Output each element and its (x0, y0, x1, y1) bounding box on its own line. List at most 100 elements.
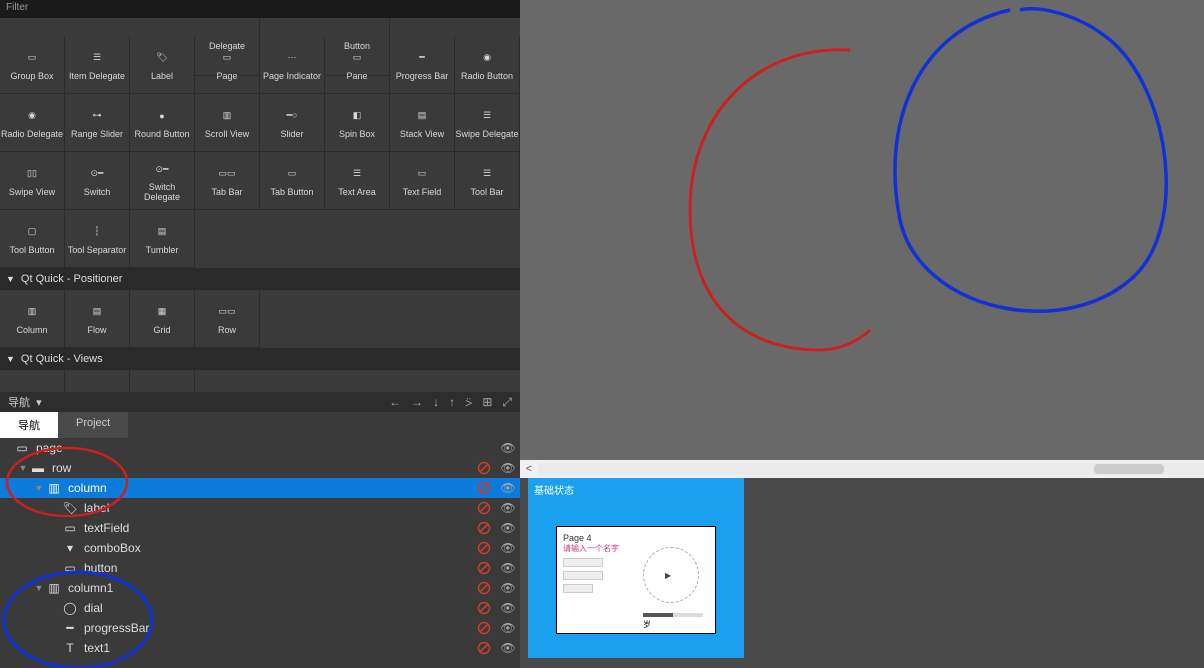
library-row: ▢Tool Button┆Tool Separator▤Tumbler (0, 210, 520, 268)
tree-node-row[interactable]: ▼▬row👁 (0, 458, 520, 478)
add-icon[interactable]: ⊞ (482, 395, 492, 409)
no-entry-icon[interactable] (472, 461, 496, 475)
no-entry-icon[interactable] (472, 561, 496, 575)
library-item-column[interactable]: ▥Column (0, 290, 65, 348)
scroll-thumb[interactable] (1094, 464, 1164, 474)
visibility-icon[interactable]: 👁 (496, 641, 520, 655)
library-item-text-field[interactable]: ▭Text Field (390, 152, 455, 210)
visibility-icon[interactable]: 👁 (496, 461, 520, 475)
item-delegate-icon: ☰ (84, 48, 110, 68)
scroll-left-icon[interactable]: < (520, 463, 538, 475)
visibility-icon[interactable]: 👁 (496, 581, 520, 595)
expand-toggle[interactable]: ▼ (16, 463, 30, 473)
library-item-round-button[interactable]: ●Round Button (130, 94, 195, 152)
no-entry-icon[interactable] (472, 541, 496, 555)
tree-node-progressBar[interactable]: ━progressBar👁 (0, 618, 520, 638)
library-row: ◉Radio Delegate⊶Range Slider●Round Butto… (0, 94, 520, 152)
no-entry-icon[interactable] (472, 481, 496, 495)
visibility-icon[interactable]: 👁 (496, 441, 520, 455)
section-positioner[interactable]: ▼ Qt Quick - Positioner (0, 268, 520, 290)
library-item-label: Item Delegate (69, 72, 125, 81)
tree-node-text1[interactable]: Ttext1 👁 (0, 638, 520, 658)
library-item-scroll-view[interactable]: ▥Scroll View (195, 94, 260, 152)
tree-node-column[interactable]: ▼▥column👁 (0, 478, 520, 498)
visibility-icon[interactable]: 👁 (496, 601, 520, 615)
library-item-radio-button[interactable]: ◉Radio Button (455, 36, 520, 94)
no-entry-icon[interactable] (472, 501, 496, 515)
library-item-radio-delegate[interactable]: ◉Radio Delegate (0, 94, 65, 152)
tumbler-icon: ▤ (149, 222, 175, 242)
tree-node-button[interactable]: ▭button👁 (0, 558, 520, 578)
tool-bar-icon: ☰ (474, 164, 500, 184)
library-item-row[interactable]: ▭▭Row (195, 290, 260, 348)
library-item[interactable]: ▥ (0, 370, 65, 392)
library-item-progress-bar[interactable]: ━Progress Bar (390, 36, 455, 94)
navigator-dropdown[interactable]: 导航 ▾ (8, 394, 42, 410)
visibility-icon[interactable]: 👁 (496, 541, 520, 555)
filter-input[interactable]: Filter (0, 0, 520, 18)
library-item-stack-view[interactable]: ▤Stack View (390, 94, 455, 152)
design-canvas[interactable]: Page 4 column 请输入一个名字 ▲▼ Button ▶ 岁 (520, 0, 1204, 460)
library-item-slider[interactable]: ━○Slider (260, 94, 325, 152)
mini-button (563, 584, 593, 593)
annotation-blue-scribble (860, 0, 1180, 350)
tree-node-label[interactable]: 🏷label👁 (0, 498, 520, 518)
library-item-flow[interactable]: ▤Flow (65, 290, 130, 348)
tree-node-comboBox[interactable]: ▾comboBox👁 (0, 538, 520, 558)
library-item-page-indicator[interactable]: ⋯Page Indicator (260, 36, 325, 94)
tree-node-page[interactable]: ▭page👁 (0, 438, 520, 458)
tree-node-column1[interactable]: ▼▥column1👁 (0, 578, 520, 598)
no-entry-icon[interactable] (472, 581, 496, 595)
horizontal-scrollbar[interactable]: < (520, 460, 1204, 478)
no-entry-icon[interactable] (472, 521, 496, 535)
library-item-tumbler[interactable]: ▤Tumbler (130, 210, 195, 268)
arrow-right-icon[interactable]: → (411, 395, 423, 409)
library-item-label[interactable]: 🏷Label (130, 36, 195, 94)
library-item[interactable]: ▤ (65, 370, 130, 392)
library-item-page[interactable]: ▭Page (195, 36, 260, 94)
state-card-base[interactable]: 基础状态 Page 4 请输入一个名字 ▶ 岁 (528, 478, 744, 658)
visibility-icon[interactable]: 👁 (496, 561, 520, 575)
library-item-switch-delegate[interactable]: ⊙━Switch Delegate (130, 152, 195, 210)
expand-toggle[interactable]: ▼ (32, 583, 46, 593)
tab-navigator[interactable]: 导航 (0, 412, 58, 438)
library-item-tab-button[interactable]: ▭Tab Button (260, 152, 325, 210)
library-item-tool-separator[interactable]: ┆Tool Separator (65, 210, 130, 268)
arrow-left-icon[interactable]: ← (389, 395, 401, 409)
library-item-tool-button[interactable]: ▢Tool Button (0, 210, 65, 268)
no-entry-icon[interactable] (472, 641, 496, 655)
library-item-range-slider[interactable]: ⊶Range Slider (65, 94, 130, 152)
library-item-pane[interactable]: ▭Pane (325, 36, 390, 94)
library-item[interactable]: ▦ (130, 370, 195, 392)
visibility-icon[interactable]: 👁 (496, 501, 520, 515)
no-entry-icon[interactable] (472, 621, 496, 635)
tree-node-dial[interactable]: ◯dial👁 (0, 598, 520, 618)
library-item-label: Spin Box (339, 130, 375, 139)
filter-icon[interactable]: ⍩ (465, 395, 472, 410)
arrow-up-icon[interactable]: ↑ (449, 395, 455, 409)
library-item-swipe-view[interactable]: ▯▯Swipe View (0, 152, 65, 210)
library-item-text-area[interactable]: ☰Text Area (325, 152, 390, 210)
visibility-icon[interactable]: 👁 (496, 521, 520, 535)
library-item-swipe-delegate[interactable]: ☰Swipe Delegate (455, 94, 520, 152)
scroll-track[interactable] (538, 463, 1204, 475)
library-item-switch[interactable]: ⊙━Switch (65, 152, 130, 210)
library-item-grid[interactable]: ▦Grid (130, 290, 195, 348)
expand-toggle[interactable]: ▼ (32, 483, 46, 493)
library-item-tab-bar[interactable]: ▭▭Tab Bar (195, 152, 260, 210)
library-item-spin-box[interactable]: ◧Spin Box (325, 94, 390, 152)
visibility-icon[interactable]: 👁 (496, 481, 520, 495)
mini-play-icon: ▶ (665, 571, 671, 580)
library-item-item-delegate[interactable]: ☰ Item Delegate (65, 36, 130, 94)
library-item-group-box[interactable]: ▭Group Box (0, 36, 65, 94)
scroll-view-icon: ▥ (214, 106, 240, 126)
tree-node-textField[interactable]: ▭textField👁 (0, 518, 520, 538)
visibility-icon[interactable]: 👁 (496, 621, 520, 635)
library-item-tool-bar[interactable]: ☰Tool Bar (455, 152, 520, 210)
arrow-down-icon[interactable]: ↓ (433, 395, 439, 409)
expand-icon[interactable]: ⤢ (502, 395, 512, 410)
section-views[interactable]: ▼ Qt Quick - Views (0, 348, 520, 370)
no-entry-icon[interactable] (472, 601, 496, 615)
tab-project[interactable]: Project (58, 412, 128, 438)
tree-node-label: Ttext1 (62, 641, 472, 655)
